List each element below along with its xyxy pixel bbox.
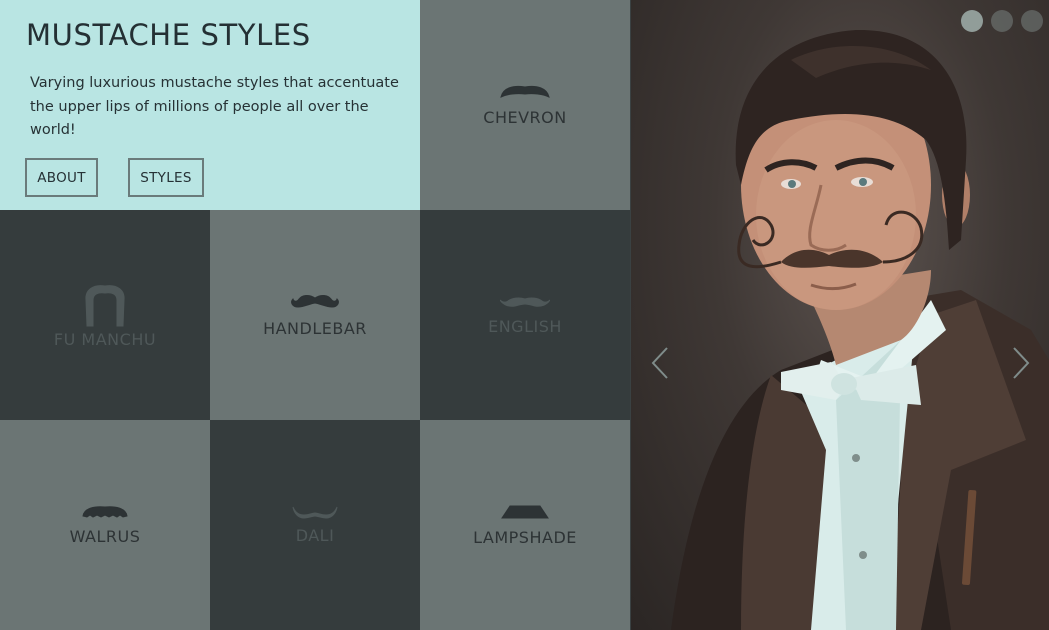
chevron-mustache-icon (500, 85, 550, 98)
slider-dot-1[interactable] (961, 10, 983, 32)
intro-description: Varying luxurious mustache styles that a… (30, 75, 399, 139)
tile-fu-manchu[interactable]: FU MANCHU (0, 210, 210, 420)
tile-chevron[interactable]: CHEVRON (420, 0, 630, 210)
styles-button[interactable]: STYLES (128, 158, 204, 197)
english-mustache-icon (500, 296, 550, 307)
tile-walrus[interactable]: WALRUS (0, 420, 210, 630)
slider-dot-2[interactable] (991, 10, 1013, 32)
mustache-portrait-illustration (671, 29, 1049, 630)
walrus-mustache-icon (82, 505, 128, 518)
dali-mustache-icon (292, 506, 338, 519)
tile-label: FU MANCHU (53, 329, 157, 349)
tile-label: LAMPSHADE (473, 527, 577, 547)
hero-photo (631, 0, 1049, 630)
mustache-styles-grid: MUSTACHE STYLES Varying luxurious mustac… (0, 0, 631, 630)
intro-panel: MUSTACHE STYLES Varying luxurious mustac… (0, 0, 420, 210)
chevron-left-icon (651, 347, 668, 379)
tile-label: HANDLEBAR (263, 318, 367, 338)
tile-english[interactable]: ENGLISH (420, 210, 630, 420)
lampshade-mustache-icon (501, 505, 549, 518)
tile-label: ENGLISH (488, 316, 562, 336)
about-button[interactable]: ABOUT (25, 158, 98, 197)
page-title: MUSTACHE STYLES (26, 18, 311, 52)
handlebar-mustache-icon (291, 294, 339, 308)
slider-prev-button[interactable] (647, 345, 673, 381)
fu-manchu-mustache-icon (85, 284, 125, 326)
tile-dali[interactable]: DALI (210, 420, 420, 630)
tile-lampshade[interactable]: LAMPSHADE (420, 420, 630, 630)
chevron-right-icon (1013, 347, 1030, 379)
slider-dots (961, 10, 1043, 32)
tile-label: WALRUS (69, 526, 141, 546)
tile-handlebar[interactable]: HANDLEBAR (210, 210, 420, 420)
slider-dot-3[interactable] (1021, 10, 1043, 32)
slider-next-button[interactable] (1008, 345, 1034, 381)
tile-label: DALI (295, 525, 335, 545)
tile-label: CHEVRON (483, 107, 567, 127)
